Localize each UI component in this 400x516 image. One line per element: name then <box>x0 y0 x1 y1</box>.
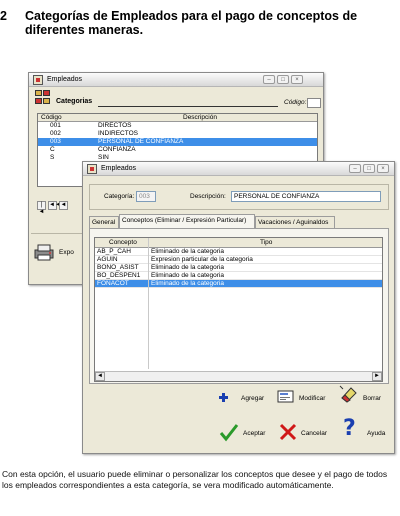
delete-button[interactable]: Borrar <box>339 384 391 408</box>
conceptos-panel: Concepto Tipo AB_P_CAH Eliminado de la ca… <box>89 228 389 384</box>
table-row[interactable]: AB_P_CAH Eliminado de la categoria <box>95 248 382 256</box>
description-paragraph: Con esta opción, el usuario puede elimin… <box>2 469 388 491</box>
plus-icon <box>219 393 228 402</box>
cell-descripcion: INDIRECTOS <box>98 130 138 137</box>
tab-strip: General Conceptos (Eliminar / Expresión … <box>89 214 389 228</box>
modify-label: Modificar <box>299 395 326 402</box>
help-label: Ayuda <box>367 430 386 437</box>
column-header-tipo: Tipo <box>260 239 273 246</box>
horizontal-scrollbar[interactable]: ◄ ► <box>95 371 382 381</box>
categories-icon <box>34 90 54 108</box>
cell-concepto: BO_DESPEN1 <box>97 272 141 279</box>
minimize-button[interactable]: – <box>263 75 275 84</box>
tab-general[interactable]: General <box>89 216 119 228</box>
cell-codigo: C <box>50 146 55 153</box>
cancel-label: Cancelar <box>301 430 328 437</box>
delete-label: Borrar <box>363 395 382 402</box>
cell-tipo: Eliminado de la categoria <box>151 248 224 255</box>
categories-window-titlebar[interactable]: Empleados – □ × <box>29 73 323 87</box>
category-frame: Categoría: 003 Descripción: PERSONAL DE … <box>89 184 389 210</box>
cell-concepto: AGUIN <box>97 256 118 263</box>
eraser-icon <box>339 385 357 403</box>
table-row[interactable]: 001 DIRECTOS <box>38 122 317 130</box>
table-row[interactable]: 002 INDIRECTOS <box>38 130 317 138</box>
cancel-button[interactable]: Cancelar <box>279 420 335 444</box>
app-icon <box>87 164 97 174</box>
modify-button[interactable]: Modificar <box>277 388 333 408</box>
tab-vacaciones[interactable]: Vacaciones / Aguinaldos <box>255 216 335 228</box>
table-header: Código Descripción <box>38 114 317 122</box>
table-row[interactable]: C CONFIANZA <box>38 146 317 154</box>
question-icon: ? <box>343 416 356 441</box>
column-separator <box>148 238 149 369</box>
cell-codigo: 002 <box>50 130 61 137</box>
employees-dialog: Empleados – □ × Categoría: 003 Descripci… <box>82 161 395 454</box>
cell-tipo: Expresion particular de la categoria <box>151 256 253 263</box>
first-record-button[interactable]: |◄ <box>37 201 46 215</box>
scroll-right-arrow[interactable]: ► <box>372 372 382 381</box>
close-button[interactable]: × <box>377 164 389 173</box>
divider <box>98 106 278 107</box>
cell-codigo: 001 <box>50 122 61 129</box>
edit-form-icon <box>277 390 294 403</box>
cell-descripcion: CONFIANZA <box>98 146 136 153</box>
help-button[interactable]: ? Ayuda <box>341 416 391 444</box>
minimize-button[interactable]: – <box>349 164 361 173</box>
descripcion-field[interactable]: PERSONAL DE CONFIANZA <box>231 191 381 202</box>
cross-icon <box>279 423 297 441</box>
cell-concepto: AB_P_CAH <box>97 248 131 255</box>
maximize-button[interactable]: □ <box>277 75 289 84</box>
cell-concepto: FONACOT <box>97 280 129 287</box>
column-header-concepto: Concepto <box>109 239 137 246</box>
column-header-descripcion: Descripción <box>183 114 217 121</box>
cell-codigo: S <box>50 154 55 161</box>
descripcion-label: Descripción: <box>190 193 226 200</box>
add-label: Agregar <box>241 395 265 402</box>
categories-label: Categorias <box>56 98 93 105</box>
printer-icon <box>34 244 54 261</box>
scroll-left-arrow[interactable]: ◄ <box>95 372 105 381</box>
add-button[interactable]: Agregar <box>219 390 265 406</box>
table-row[interactable]: AGUIN Expresion particular de la categori… <box>95 256 382 264</box>
table-row[interactable]: FONACOT Eliminado de la categoria <box>95 280 382 288</box>
categoria-field[interactable]: 003 <box>136 191 156 202</box>
accept-button[interactable]: Aceptar <box>219 420 275 444</box>
cell-descripcion: DIRECTOS <box>98 122 132 129</box>
cell-tipo: Eliminado de la categoria <box>151 272 224 279</box>
codigo-label: Código: <box>284 99 307 106</box>
prev-page-button[interactable]: ◄◄ <box>48 201 61 210</box>
section-number: 2 <box>0 9 7 23</box>
table-row[interactable]: BO_DESPEN1 Eliminado de la categoria <box>95 272 382 280</box>
section-title: Categorías de Empleados para el pago de … <box>25 9 358 37</box>
window-title: Empleados <box>47 76 83 83</box>
prev-record-button[interactable]: ◄ <box>59 201 68 210</box>
dialog-titlebar[interactable]: Empleados – □ × <box>83 162 394 176</box>
app-icon <box>33 75 43 85</box>
cell-tipo: Eliminado de la categoria <box>151 280 224 287</box>
table-row[interactable]: 003 PERSONAL DE CONFIANZA <box>38 138 317 146</box>
dialog-title: Empleados <box>101 165 137 172</box>
categoria-label: Categoría: <box>104 193 135 200</box>
table-row[interactable]: BONO_ASIST Eliminado de la categoria <box>95 264 382 272</box>
cell-concepto: BONO_ASIST <box>97 264 139 271</box>
conceptos-table: Concepto Tipo AB_P_CAH Eliminado de la ca… <box>94 237 383 382</box>
column-header-codigo: Código <box>41 114 62 121</box>
close-button[interactable]: × <box>291 75 303 84</box>
table-header: Concepto Tipo <box>95 238 382 248</box>
codigo-input[interactable] <box>307 98 321 108</box>
cell-codigo: 003 <box>50 138 61 145</box>
export-label: Expo <box>59 249 74 256</box>
cell-tipo: Eliminado de la categoria <box>151 264 224 271</box>
maximize-button[interactable]: □ <box>363 164 375 173</box>
category-header: Categorias Código: <box>34 90 321 110</box>
tab-conceptos[interactable]: Conceptos (Eliminar / Expresión Particul… <box>119 214 255 228</box>
checkmark-icon <box>219 424 239 442</box>
cell-descripcion: PERSONAL DE CONFIANZA <box>98 138 184 145</box>
accept-label: Aceptar <box>243 430 266 437</box>
